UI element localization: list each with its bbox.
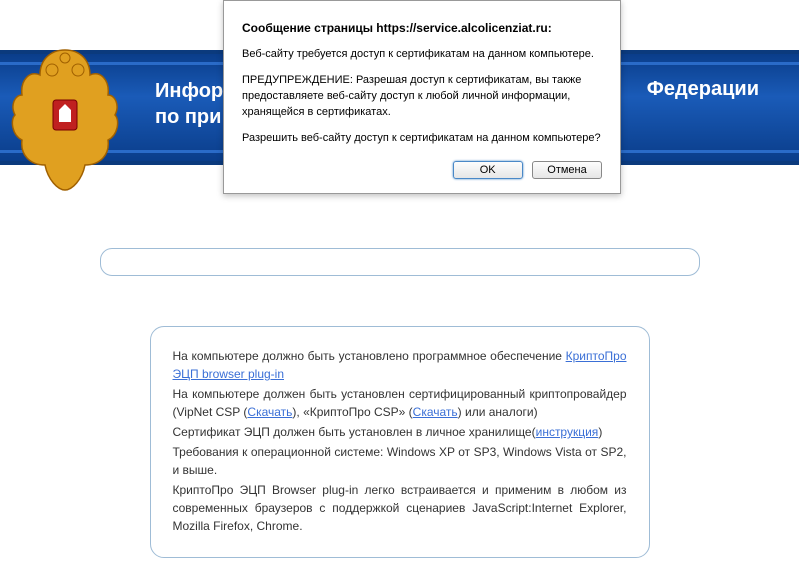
status-bar [100,248,700,276]
header-title-right: Федерации [647,78,759,101]
req-p2: На компьютере должен быть установлен сер… [173,385,627,421]
requirements-panel: На компьютере должно быть установлено пр… [150,326,650,558]
russian-coat-of-arms-icon [0,40,130,210]
dialog-line2: ПРЕДУПРЕЖДЕНИЕ: Разрешая доступ к сертиф… [242,73,602,121]
certificate-instruction-link[interactable]: инструкция [536,425,599,439]
dialog-line3: Разрешить веб-сайту доступ к сертификата… [242,131,602,147]
dialog-line1: Веб-сайту требуется доступ к сертификата… [242,47,602,63]
req-p5: КриптоПро ЭЦП Browser plug-in легко встр… [173,481,627,535]
req-p4: Требования к операционной системе: Windo… [173,443,627,479]
req-p1: На компьютере должно быть установлено пр… [173,347,627,383]
cryptopro-download-link[interactable]: Скачать [413,405,458,419]
dialog-body: Веб-сайту требуется доступ к сертификата… [242,47,602,147]
req-p3: Сертификат ЭЦП должен быть установлен в … [173,423,627,441]
ok-button[interactable]: OK [453,161,523,179]
cancel-button[interactable]: Отмена [532,161,602,179]
dialog-button-row: OK Отмена [242,161,602,179]
header-title-line2: по при [155,106,221,128]
dialog-title: Сообщение страницы https://service.alcol… [242,21,602,35]
certificate-access-dialog: Сообщение страницы https://service.alcol… [223,0,621,194]
vipnet-download-link[interactable]: Скачать [247,405,292,419]
